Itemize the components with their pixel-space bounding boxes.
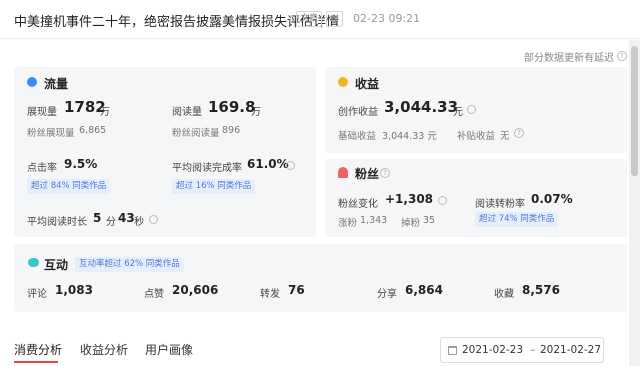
fans-change-label: 粉丝变化 (338, 199, 378, 210)
interaction-chat-icon (28, 258, 39, 267)
fans-title: 粉丝 (355, 167, 380, 181)
creation-income-label: 创作收益 (338, 107, 378, 118)
duration-label: 平均阅读时长 (27, 217, 87, 228)
tab-user-profile[interactable]: 用户画像 (145, 341, 193, 358)
comment-label: 评论 (27, 289, 47, 300)
fans-loss-value: 35 (423, 215, 436, 226)
fan-impressions-value: 6,865 (79, 125, 107, 136)
date-range-picker[interactable]: 2021-02-23 – 2021-02-27 (440, 337, 604, 363)
fan-reads-value: 896 (222, 125, 241, 136)
fans-gain-label: 涨粉 (338, 218, 358, 229)
fans-loss-label: 掉粉 (401, 218, 421, 229)
favorite-label: 收藏 (494, 289, 514, 300)
traffic-card: 流量 展现量 1782 万 粉丝展现量 6,865 阅读量 169.8 万 粉丝… (14, 67, 316, 237)
base-income-label: 基础收益 (338, 131, 377, 142)
share-value: 6,864 (405, 283, 443, 297)
fans-card: 粉丝 ? 粉丝变化 +1,308 涨粉 1,343 掉粉 35 阅读转粉率 0.… (325, 159, 627, 237)
subsidy-income-label: 补贴收益 (457, 131, 496, 142)
share-label: 分享 (377, 289, 397, 300)
ai-tag: AI (326, 11, 343, 27)
duration-sec-unit: 秒 (134, 217, 144, 228)
subsidy-income-value: 无 (500, 131, 510, 142)
calendar-icon (448, 346, 457, 355)
notice-help-icon[interactable]: ? (617, 51, 627, 61)
impressions-label: 展现量 (27, 107, 57, 118)
income-card: 收益 创作收益 3,044.33 元 基础收益 3,044.33 元 补贴收益 … (325, 67, 627, 153)
like-value: 20,606 (172, 283, 219, 297)
interaction-badge: 互动率超过 62% 同类作品 (75, 257, 184, 272)
fans-change-value: +1,308 (385, 192, 434, 206)
reads-label: 阅读量 (172, 107, 202, 118)
publish-time: 02-23 09:21 (353, 12, 421, 25)
interaction-card: 互动 互动率超过 62% 同类作品 评论 1,083 点赞 20,606 转发 … (14, 244, 627, 312)
completion-value: 61.0% (247, 157, 289, 171)
date-separator: – (530, 344, 536, 356)
header-divider (0, 38, 640, 39)
fans-help-icon[interactable]: ? (380, 168, 390, 178)
favorite-value: 8,576 (522, 283, 560, 297)
conversion-badge: 超过 74% 同类作品 (475, 212, 559, 227)
interaction-title: 互动 (44, 258, 69, 272)
creation-income-unit: 元 (453, 107, 463, 118)
fan-impressions-label: 粉丝展现量 (27, 128, 75, 139)
article-type-tag: 文章 (296, 11, 323, 27)
fan-reads-label: 粉丝阅读量 (172, 128, 220, 139)
conversion-value: 0.07% (531, 192, 573, 206)
duration-refresh-icon[interactable] (149, 215, 158, 224)
subsidy-help-icon[interactable]: ? (514, 128, 524, 138)
fans-gain-value: 1,343 (360, 215, 388, 226)
like-label: 点赞 (144, 289, 164, 300)
data-delay-notice: 部分数据更新有延迟 (524, 53, 614, 64)
repost-value: 76 (288, 283, 305, 297)
date-start: 2021-02-23 (462, 344, 524, 356)
ctr-badge: 超过 84% 同类作品 (27, 179, 111, 194)
tab-income-analysis[interactable]: 收益分析 (80, 341, 128, 358)
tab-consumption-analysis[interactable]: 消费分析 (14, 341, 62, 358)
scrollbar-thumb[interactable] (631, 46, 638, 176)
conversion-label: 阅读转粉率 (475, 199, 525, 210)
income-refresh-icon[interactable] (467, 105, 476, 114)
comment-value: 1,083 (55, 283, 93, 297)
ctr-label: 点击率 (27, 163, 57, 174)
ctr-value: 9.5% (64, 157, 98, 171)
duration-seconds: 43 (118, 211, 135, 225)
duration-min-unit: 分 (106, 217, 116, 228)
reads-value: 169.8 (208, 98, 256, 116)
fans-person-icon (338, 167, 348, 178)
article-title: 中美撞机事件二十年，绝密报告披露美情报损失评估详情 (14, 15, 340, 30)
base-income-value: 3,044.33 元 (382, 131, 437, 142)
completion-label: 平均阅读完成率 (172, 163, 242, 174)
completion-badge: 超过 16% 同类作品 (172, 179, 256, 194)
completion-refresh-icon[interactable] (286, 161, 295, 170)
active-tab-indicator (14, 361, 58, 363)
impressions-unit: 万 (100, 107, 110, 118)
income-coin-icon (338, 77, 348, 87)
creation-income-value: 3,044.33 (384, 98, 459, 116)
duration-minutes: 5 (93, 211, 102, 225)
date-end: 2021-02-27 (540, 344, 602, 356)
fans-refresh-icon[interactable] (438, 196, 447, 205)
income-title: 收益 (355, 77, 380, 91)
traffic-title: 流量 (44, 77, 69, 91)
traffic-icon (27, 77, 37, 87)
repost-label: 转发 (260, 289, 280, 300)
reads-unit: 万 (251, 107, 261, 118)
